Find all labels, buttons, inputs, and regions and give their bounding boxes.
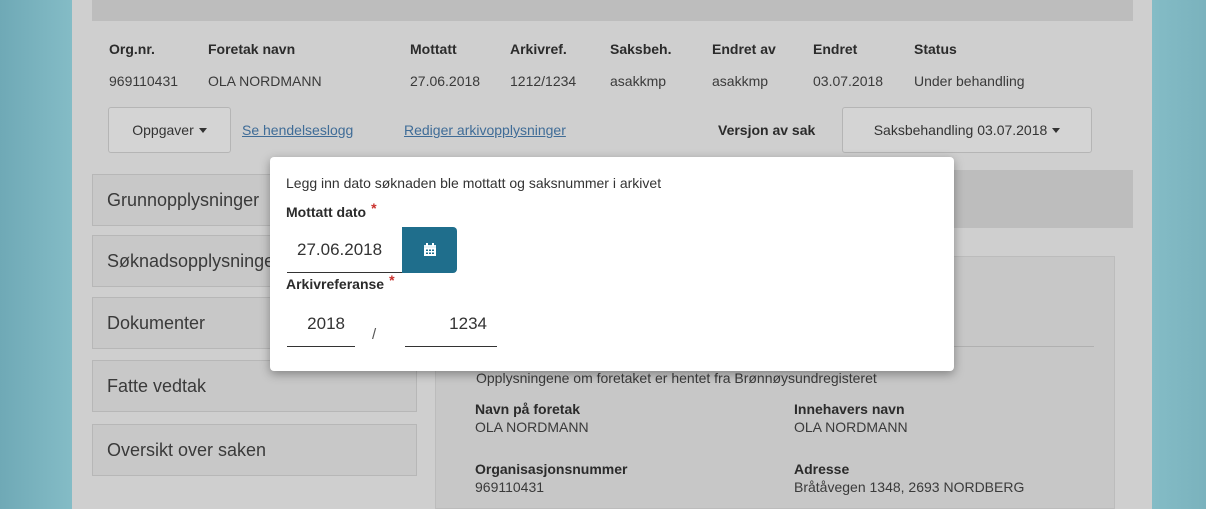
- changed-value: 03.07.2018: [813, 73, 884, 89]
- address-field: Bråtåvegen 1348, 2693 NORDBERG: [794, 479, 1025, 495]
- version-label: Versjon av sak: [718, 122, 816, 138]
- archive-ref-value: 1212/1234: [510, 73, 577, 89]
- background-right: [1152, 0, 1206, 509]
- header-archive-ref: Arkivref.: [510, 41, 567, 57]
- source-note: Opplysningene om foretaket er hentet fra…: [476, 370, 877, 386]
- required-marker: *: [389, 272, 395, 288]
- received-date-input[interactable]: [287, 227, 402, 273]
- event-log-link[interactable]: Se hendelseslogg: [242, 122, 353, 138]
- header-changed: Endret: [813, 41, 858, 57]
- owner-name-label: Innehavers navn: [794, 401, 905, 417]
- sidebar-item-label: Dokumenter: [107, 312, 206, 333]
- received-value: 27.06.2018: [410, 73, 481, 89]
- received-date-label-text: Mottatt dato: [286, 204, 367, 220]
- sidebar-item-label: Grunnopplysninger: [107, 189, 260, 210]
- archive-ref-label: Arkivreferanse *: [286, 272, 395, 292]
- archive-ref-label-text: Arkivreferanse: [286, 276, 385, 292]
- changed-by-value: asakkmp: [712, 73, 769, 89]
- header-org-nr: Org.nr.: [109, 41, 155, 57]
- status-value: Under behandling: [914, 73, 1025, 89]
- company-name-field: OLA NORDMANN: [475, 419, 589, 435]
- received-date-label: Mottatt dato *: [286, 200, 377, 220]
- sidebar-item-label: Søknadsopplysninger: [107, 250, 281, 271]
- header-status: Status: [914, 41, 957, 57]
- calendar-button[interactable]: [402, 227, 457, 273]
- caret-down-icon: [198, 127, 207, 133]
- company-name-value: OLA NORDMANN: [208, 73, 322, 89]
- tasks-label: Oppgaver: [132, 122, 194, 138]
- version-value: Saksbehandling 03.07.2018: [873, 122, 1048, 138]
- header-received: Mottatt: [410, 41, 457, 57]
- header-case-handler: Saksbeh.: [610, 41, 672, 57]
- owner-name-field: OLA NORDMANN: [794, 419, 908, 435]
- calendar-icon: [423, 243, 436, 256]
- org-nr-value: 969110431: [109, 73, 179, 89]
- tasks-dropdown-button[interactable]: Oppgaver: [108, 107, 231, 153]
- edit-archive-link[interactable]: Rediger arkivopplysninger: [404, 122, 566, 138]
- caret-down-icon: [1052, 127, 1061, 133]
- background-left: [0, 0, 72, 509]
- header-changed-by: Endret av: [712, 41, 776, 57]
- sidebar-item-oversikt[interactable]: Oversikt over saken: [92, 424, 417, 476]
- company-name-label: Navn på foretak: [475, 401, 581, 417]
- version-dropdown-button[interactable]: Saksbehandling 03.07.2018: [842, 107, 1092, 153]
- org-number-label: Organisasjonsnummer: [475, 461, 628, 477]
- top-bar: [92, 0, 1133, 21]
- required-marker: *: [371, 200, 377, 216]
- archive-separator: /: [372, 326, 377, 343]
- org-number-field: 969110431: [475, 479, 545, 495]
- archive-year-input[interactable]: [287, 301, 355, 347]
- sidebar-item-label: Fatte vedtak: [107, 375, 207, 396]
- archive-number-input[interactable]: [405, 301, 497, 347]
- sidebar-item-label: Oversikt over saken: [107, 439, 267, 460]
- header-company-name: Foretak navn: [208, 41, 296, 57]
- popover-intro: Legg inn dato søknaden ble mottatt og sa…: [286, 175, 662, 191]
- archive-info-popover: Legg inn dato søknaden ble mottatt og sa…: [270, 157, 954, 371]
- address-label: Adresse: [794, 461, 850, 477]
- case-handler-value: asakkmp: [610, 73, 667, 89]
